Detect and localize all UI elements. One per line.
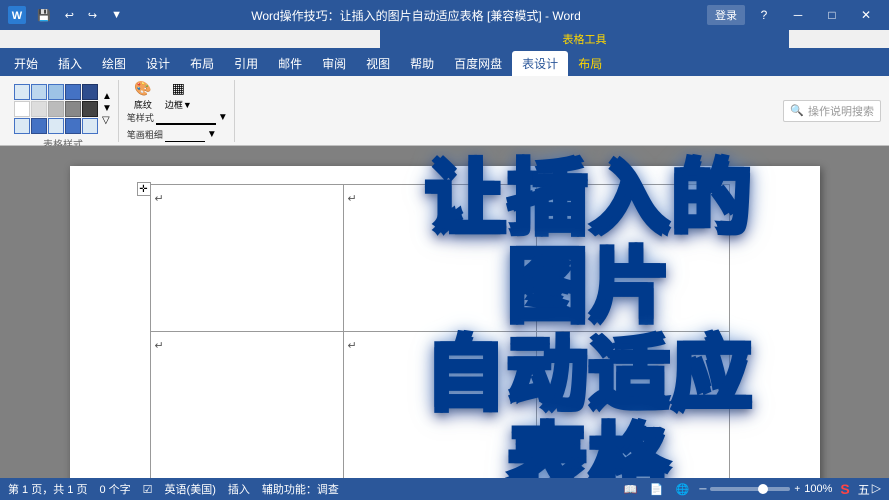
table-cell-2-3: ↵ (536, 332, 729, 479)
tab-layout[interactable]: 布局 (180, 51, 224, 76)
ribbon-content: ▲ ▼ ▽ 表格样式 🎨 底纹 ▦ 边框▼ (0, 76, 889, 146)
ribbon-group-borders: 🎨 底纹 ▦ 边框▼ 笔样式 ▼ 笔画粗细 ▼ (121, 80, 235, 142)
borders-btn[interactable]: ▦ 边框▼ (161, 84, 196, 108)
tab-baidu[interactable]: 百度网盘 (444, 51, 512, 76)
zoom-control: ─ + 100% (699, 483, 832, 495)
zoom-thumb[interactable] (758, 484, 768, 494)
cell-arrow-2: ↵ (348, 193, 357, 205)
tab-design[interactable]: 设计 (136, 51, 180, 76)
tray-icons: 五 ▷ (858, 481, 881, 498)
zoom-slider[interactable] (710, 487, 790, 491)
svg-text:W: W (12, 10, 23, 22)
cell-arrow-1: ↵ (155, 193, 164, 205)
tab-insert[interactable]: 插入 (48, 51, 92, 76)
insert-mode[interactable]: 插入 (228, 481, 250, 497)
undo-quick-btn[interactable]: ↩ (62, 8, 77, 23)
tab-start[interactable]: 开始 (4, 51, 48, 76)
redo-quick-btn[interactable]: ↪ (85, 8, 100, 23)
status-bar: 第 1 页，共 1 页 0 个字 ☑ 英语(美国) 插入 辅助功能：调查 📖 📄… (0, 478, 889, 500)
cell-arrow-3: ↵ (541, 193, 550, 205)
save-quick-btn[interactable]: 💾 (34, 8, 54, 23)
title-bar-title: Word操作技巧：让插入的图片自动适应表格 [兼容模式] - Word (125, 7, 707, 24)
document-area: ✛ ↵ ↵ ↵ ↵ ↵ (0, 146, 889, 478)
accessibility-status[interactable]: 辅助功能：调查 (262, 481, 339, 497)
tab-table-design[interactable]: 表设计 (512, 51, 568, 76)
page-count: 第 1 页，共 1 页 (8, 481, 87, 497)
title-bar-left: W 💾 ↩ ↪ ▼ (8, 6, 125, 24)
table-cell-1-3: ↵ (536, 185, 729, 332)
borders-buttons: 🎨 底纹 ▦ 边框▼ 笔样式 ▼ 笔画粗细 ▼ (127, 84, 228, 142)
tab-references[interactable]: 引用 (224, 51, 268, 76)
document-page: ✛ ↵ ↵ ↵ ↵ ↵ (70, 166, 820, 478)
table-cell-2-1: ↵ (150, 332, 343, 479)
table-cell-2-2: ↵ (343, 332, 536, 479)
tab-help[interactable]: 帮助 (400, 51, 444, 76)
title-bar-controls: 登录 ? ─ □ ✕ (707, 4, 881, 26)
table-cell-1-1: ↵ (150, 185, 343, 332)
tab-view[interactable]: 视图 (356, 51, 400, 76)
context-ribbon-label: 表格工具 (380, 30, 789, 48)
ribbon-tab-bar: 开始 插入 绘图 设计 布局 引用 邮件 审阅 视图 帮助 百度网盘 表设计 布… (0, 48, 889, 76)
cell-arrow-5: ↵ (348, 340, 357, 352)
maximize-button[interactable]: □ (817, 4, 847, 26)
zoom-in-btn[interactable]: + (794, 484, 800, 495)
document-table: ↵ ↵ ↵ ↵ ↵ ↵ (150, 184, 730, 478)
tray-icon-1: 五 (858, 481, 870, 498)
ribbon-group-table-styles: ▲ ▼ ▽ 表格样式 (8, 80, 119, 142)
table-style-buttons: ▲ ▼ ▽ (14, 84, 112, 134)
search-box[interactable]: 🔍 操作说明搜索 (783, 100, 881, 122)
web-view-btn[interactable]: 🌐 (673, 481, 691, 497)
table-styles-scroll[interactable]: ▲ ▼ ▽ (102, 91, 112, 126)
close-button[interactable]: ✕ (851, 4, 881, 26)
zoom-level: 100% (804, 483, 832, 495)
wps-logo: S (840, 481, 849, 497)
zoom-out-btn[interactable]: ─ (699, 484, 706, 495)
search-icon: 🔍 (790, 104, 804, 117)
cell-arrow-6: ↵ (541, 340, 550, 352)
table-cell-1-2: ↵ (343, 185, 536, 332)
word-app-icon: W (8, 6, 26, 24)
customize-quick-btn[interactable]: ▼ (108, 8, 125, 22)
title-bar: W 💾 ↩ ↪ ▼ Word操作技巧：让插入的图片自动适应表格 [兼容模式] -… (0, 0, 889, 30)
search-placeholder: 操作说明搜索 (808, 103, 874, 119)
print-view-btn[interactable]: 📖 (621, 481, 639, 497)
help-icon[interactable]: ? (749, 4, 779, 26)
word-count: 0 个字 (99, 481, 130, 497)
page-view-btn[interactable]: 📄 (647, 481, 665, 497)
tray-icon-2: ▷ (872, 481, 881, 498)
language-indicator[interactable]: 英语(美国) (165, 481, 216, 497)
pen-weight-dropdown[interactable] (165, 128, 205, 142)
status-bar-right: 📖 📄 🌐 ─ + 100% S 五 ▷ (621, 481, 881, 498)
table-styles-gallery[interactable] (14, 84, 98, 134)
table-move-handle[interactable]: ✛ (137, 182, 151, 196)
tab-table-layout[interactable]: 布局 (568, 51, 612, 76)
shading-btn[interactable]: 🎨 底纹 (127, 84, 159, 108)
tab-draw[interactable]: 绘图 (92, 51, 136, 76)
cell-arrow-4: ↵ (155, 340, 164, 352)
check-icon: ☑ (143, 483, 153, 496)
login-button[interactable]: 登录 (707, 5, 745, 25)
tab-mailings[interactable]: 邮件 (268, 51, 312, 76)
minimize-button[interactable]: ─ (783, 4, 813, 26)
pen-style-dropdown[interactable] (156, 111, 216, 125)
tab-review[interactable]: 审阅 (312, 51, 356, 76)
